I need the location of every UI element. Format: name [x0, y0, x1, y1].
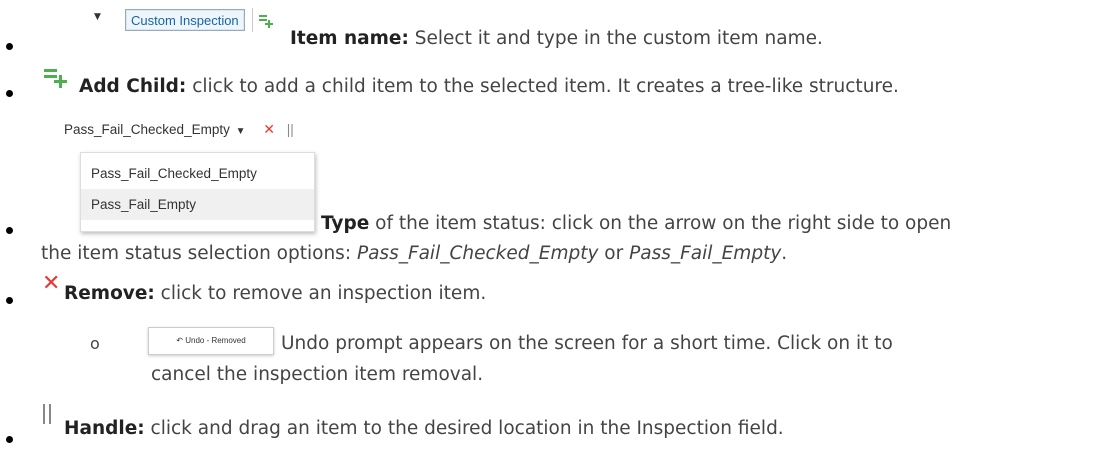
handle-term: Handle:	[64, 418, 145, 439]
type-description-line1: of the item status: click on the arrow o…	[369, 213, 952, 234]
add-child-icon[interactable]	[44, 69, 68, 88]
undo-description-line1: Undo prompt appears on the screen for a …	[281, 333, 893, 354]
bullet	[6, 297, 13, 304]
remove-icon[interactable]: ✕	[42, 271, 60, 296]
remove-small-icon[interactable]: ✕	[263, 121, 275, 137]
dropdown-option[interactable]: Pass_Fail_Checked_Empty	[81, 158, 314, 189]
joiner-text: or	[598, 243, 630, 264]
undo-description-line2: cancel the inspection item removal.	[151, 364, 484, 385]
option-a-text: Pass_Fail_Checked_Empty	[356, 243, 599, 264]
add-child-term: Add Child:	[79, 76, 187, 97]
type-term: Type	[321, 213, 370, 234]
bullet	[6, 43, 13, 50]
undo-removed-button[interactable]: ↶ Undo - Removed	[148, 327, 274, 355]
handle-icon[interactable]	[43, 404, 55, 424]
dropdown-option[interactable]: Pass_Fail_Empty	[81, 189, 314, 220]
bullet	[6, 436, 13, 443]
handle-small-icon[interactable]: ||	[287, 122, 294, 137]
add-child-description: click to add a child item to the selecte…	[186, 76, 899, 97]
type-dropdown-panel: Pass_Fail_Checked_Empty Pass_Fail_Empty	[80, 152, 315, 232]
collapse-arrow-icon[interactable]: ▼	[94, 12, 101, 22]
period-text: .	[781, 243, 788, 264]
type-dropdown-value: Pass_Fail_Checked_Empty	[64, 122, 230, 137]
remove-term: Remove:	[64, 283, 155, 304]
bullet	[6, 90, 13, 97]
bullet	[6, 227, 13, 234]
handle-description: click and drag an item to the desired lo…	[144, 418, 784, 439]
type-dropdown[interactable]: Pass_Fail_Checked_Empty ▼ ✕ ||	[64, 121, 294, 138]
item-name-description: Select it and type in the custom item na…	[408, 28, 823, 49]
item-name-term: Item name:	[290, 28, 409, 49]
sub-bullet: o	[90, 334, 100, 353]
dropdown-arrow-icon[interactable]: ▼	[236, 126, 246, 137]
option-b-text: Pass_Fail_Empty	[629, 243, 782, 264]
type-description-line2: the item status selection options:	[41, 243, 357, 264]
add-child-small-icon[interactable]	[252, 8, 273, 32]
custom-inspection-field[interactable]: Custom Inspection	[125, 9, 245, 31]
remove-description: click to remove an inspection item.	[154, 283, 487, 304]
